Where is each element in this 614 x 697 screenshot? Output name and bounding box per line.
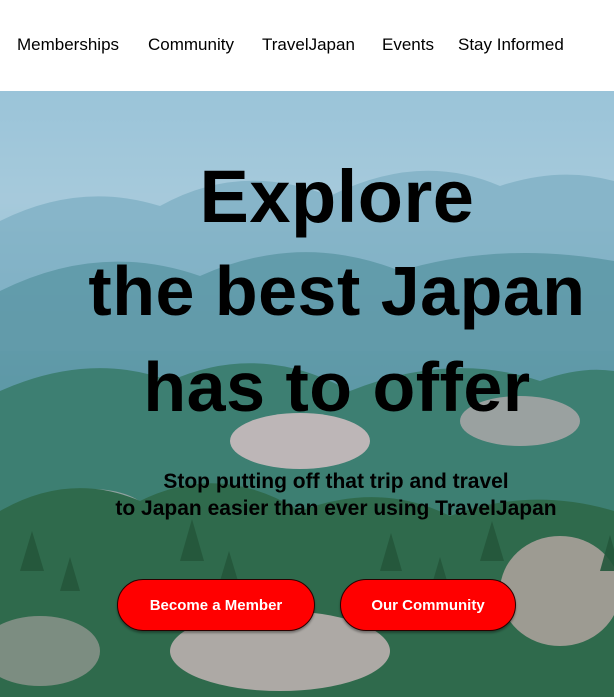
nav-stay-informed-link[interactable]: Stay Informed: [458, 34, 564, 56]
nav-memberships-link[interactable]: Memberships: [17, 34, 119, 56]
hero-subtitle-line-2: to Japan easier than ever using TravelJa…: [115, 497, 557, 520]
nav-community-link[interactable]: Community: [148, 34, 234, 56]
become-member-button[interactable]: Become a Member: [117, 579, 315, 631]
hero-headline-line-2: the best Japan: [88, 252, 586, 330]
our-community-button[interactable]: Our Community: [340, 579, 516, 631]
hero-section: Explore the best Japan has to offer Stop…: [0, 91, 614, 697]
hero-headline-line-1: Explore: [199, 155, 475, 238]
nav-traveljapan-link[interactable]: TravelJapan: [262, 34, 355, 56]
hero-subtitle-line-1: Stop putting off that trip and travel: [163, 470, 509, 493]
top-navigation: Memberships Community TravelJapan Events…: [0, 0, 614, 91]
hero-headline-line-3: has to offer: [143, 348, 531, 426]
nav-events-link[interactable]: Events: [382, 34, 434, 56]
